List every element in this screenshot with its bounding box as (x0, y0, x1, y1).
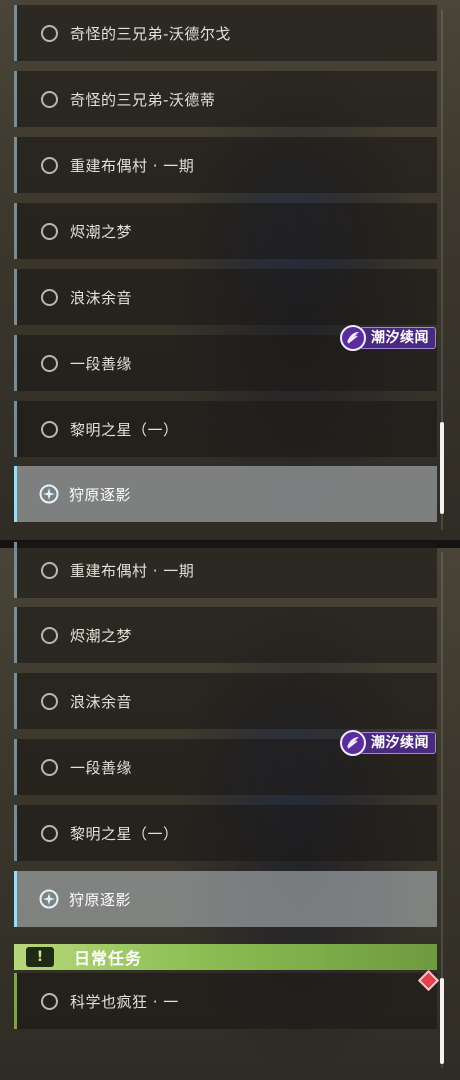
circle-icon (41, 692, 58, 710)
quest-item-label: 一段善缘 (70, 758, 133, 777)
quest-item[interactable]: 黎明之星（一） (14, 401, 437, 457)
quest-item[interactable]: 烬潮之梦 (14, 203, 437, 259)
daily-quests-title: 日常任务 (74, 949, 143, 968)
quest-item[interactable]: 重建布偶村 · 一期 (14, 542, 437, 598)
quest-item[interactable]: 浪沫余音 (14, 269, 437, 325)
scrollbar-thumb[interactable] (440, 978, 444, 1064)
quest-item-label: 浪沫余音 (70, 692, 133, 711)
quest-item-label: 奇怪的三兄弟-沃德蒂 (70, 90, 216, 109)
quest-item[interactable]: 黎明之星（一） (14, 805, 437, 861)
circle-icon (41, 561, 58, 579)
quest-item-label: 烬潮之梦 (70, 626, 133, 645)
circle-icon (41, 626, 58, 644)
quest-badge-label: 潮汐续闻 (360, 327, 436, 349)
circle-icon (41, 222, 58, 240)
circle-icon (41, 420, 58, 438)
quest-item[interactable]: 奇怪的三兄弟-沃德尔戈 (14, 5, 437, 61)
quest-item-label: 狩原逐影 (69, 485, 132, 504)
quest-item-tracked[interactable]: 狩原逐影 (14, 466, 437, 522)
tide-quest-icon (340, 325, 366, 351)
quest-item[interactable]: 浪沫余音 (14, 673, 437, 729)
quest-item[interactable]: 烬潮之梦 (14, 607, 437, 663)
quest-item-label: 黎明之星（一） (70, 824, 179, 843)
quest-item-tracked[interactable]: 狩原逐影 (14, 871, 437, 927)
exclamation-icon: ! (26, 947, 54, 967)
circle-icon (41, 992, 58, 1010)
quest-item-label: 浪沫余音 (70, 288, 133, 307)
quest-badge[interactable]: 潮汐续闻 (340, 325, 438, 351)
tracking-star-icon (39, 889, 59, 909)
circle-icon (41, 758, 58, 776)
circle-icon (41, 354, 58, 372)
circle-icon (41, 156, 58, 174)
quest-item-label: 奇怪的三兄弟-沃德尔戈 (70, 24, 231, 43)
quest-item-label: 烬潮之梦 (70, 222, 133, 241)
quest-item-label: 黎明之星（一） (70, 420, 179, 439)
circle-icon (41, 90, 58, 108)
tide-quest-icon (340, 730, 366, 756)
quest-item-label: 科学也疯狂 · 一 (70, 992, 179, 1011)
circle-icon (41, 824, 58, 842)
quest-list-panel-top: 奇怪的三兄弟-沃德尔戈 奇怪的三兄弟-沃德蒂 重建布偶村 · 一期 烬潮之梦 浪… (0, 0, 460, 540)
quest-item[interactable]: 重建布偶村 · 一期 (14, 137, 437, 193)
quest-badge-label: 潮汐续闻 (360, 732, 436, 754)
tracking-star-icon (39, 484, 59, 504)
quest-list-panel-bottom: 重建布偶村 · 一期 烬潮之梦 浪沫余音 一段善缘 黎明之星（一） 狩原逐影 科… (0, 540, 460, 1080)
quest-item-label: 一段善缘 (70, 354, 133, 373)
quest-item[interactable]: 奇怪的三兄弟-沃德蒂 (14, 71, 437, 127)
quest-item-label: 重建布偶村 · 一期 (70, 561, 195, 580)
scrollbar-thumb[interactable] (440, 422, 444, 514)
quest-item-label: 狩原逐影 (69, 890, 132, 909)
quest-badge[interactable]: 潮汐续闻 (340, 730, 438, 756)
daily-quest-item[interactable]: 科学也疯狂 · 一 (14, 973, 437, 1029)
circle-icon (41, 24, 58, 42)
circle-icon (41, 288, 58, 306)
daily-quests-header[interactable]: ! 日常任务 (14, 944, 437, 970)
quest-item-label: 重建布偶村 · 一期 (70, 156, 195, 175)
